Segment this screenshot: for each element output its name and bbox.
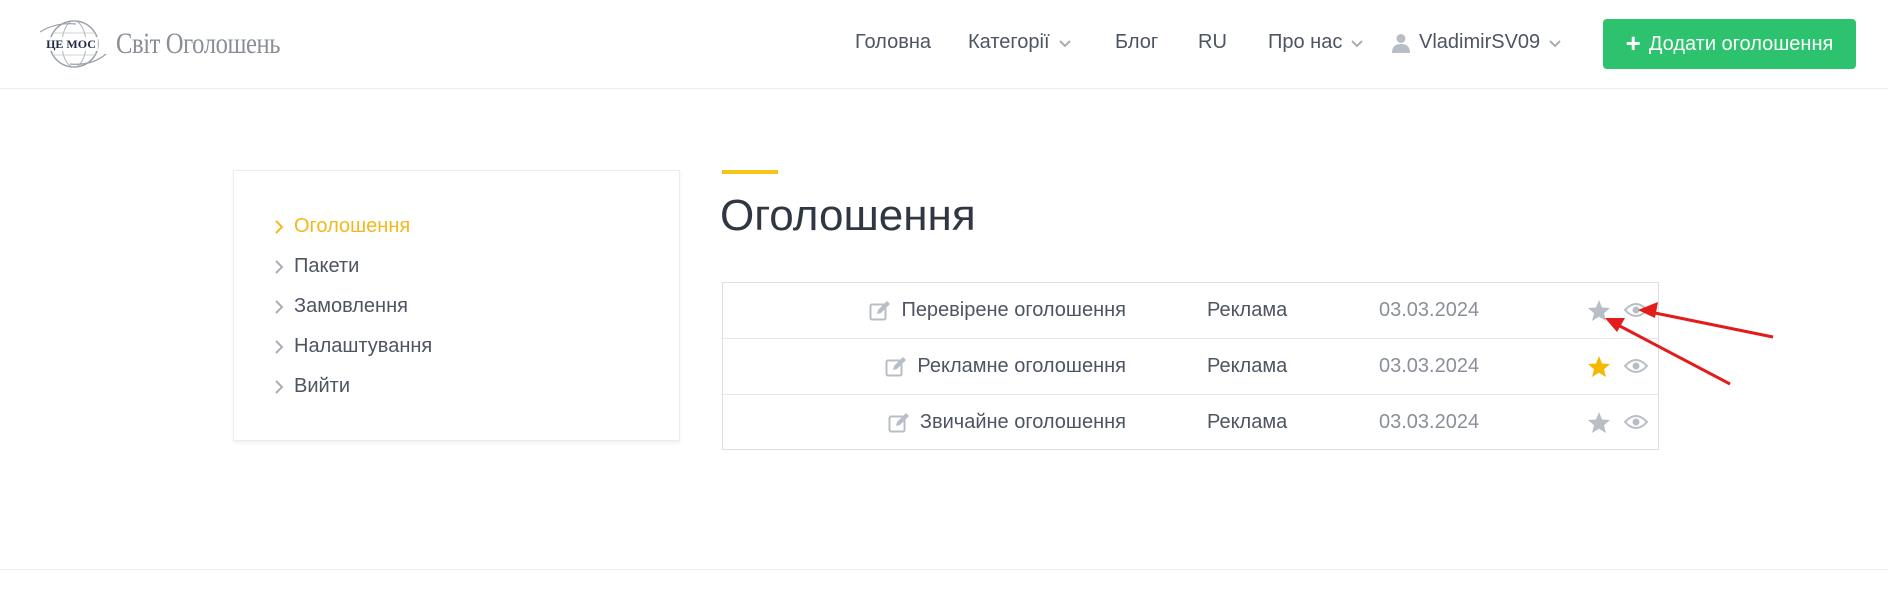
site-logo[interactable]: ЦЕ МОС Світ Оголошень — [36, 18, 316, 70]
nav-user-menu[interactable]: VladimirSV09 — [1392, 31, 1562, 54]
eye-icon[interactable] — [1624, 413, 1648, 431]
listing-title-link[interactable]: Перевірене оголошення — [869, 283, 1126, 338]
sidebar-item-orders[interactable]: Замовлення — [274, 295, 408, 318]
plus-icon: + — [1625, 28, 1641, 58]
star-icon[interactable] — [1587, 411, 1611, 434]
listing-category: Реклама — [1207, 299, 1288, 321]
nav-language[interactable]: RU — [1198, 31, 1227, 54]
page-title: Оголошення — [720, 191, 976, 240]
nav-home[interactable]: Головна — [855, 31, 931, 54]
footer-divider — [0, 569, 1888, 570]
chevron-right-icon — [275, 259, 284, 274]
add-listing-label: Додати оголошення — [1648, 32, 1834, 55]
chevron-right-icon — [275, 219, 284, 234]
sidebar-item-label: Налаштування — [294, 335, 433, 357]
table-row: Звичайне оголошення Реклама 03.03.2024 — [723, 395, 1658, 451]
listing-title-link[interactable]: Рекламне оголошення — [885, 339, 1126, 394]
add-listing-button[interactable]: + Додати оголошення — [1603, 19, 1856, 69]
listing-title: Перевірене оголошення — [901, 299, 1126, 321]
nav-categories[interactable]: Категорії — [968, 31, 1072, 54]
listing-title: Звичайне оголошення — [919, 411, 1126, 433]
chevron-right-icon — [275, 299, 284, 314]
nav-language-label: RU — [1198, 31, 1227, 53]
listing-date: 03.03.2024 — [1379, 299, 1480, 321]
chevron-right-icon — [275, 339, 284, 354]
eye-icon[interactable] — [1624, 357, 1648, 375]
nav-blog-label: Блог — [1115, 31, 1159, 53]
listing-category: Реклама — [1207, 411, 1288, 433]
sidebar-item-listings[interactable]: Оголошення — [274, 215, 410, 238]
sidebar-item-settings[interactable]: Налаштування — [274, 335, 432, 358]
sidebar-item-label: Оголошення — [294, 215, 411, 237]
table-row: Рекламне оголошення Реклама 03.03.2024 — [723, 339, 1658, 395]
nav-about-label: Про нас — [1268, 31, 1343, 53]
listing-category: Реклама — [1207, 355, 1288, 377]
listing-date: 03.03.2024 — [1379, 355, 1480, 377]
logo-title: Світ Оголошень — [116, 27, 281, 60]
sidebar-item-logout[interactable]: Вийти — [274, 375, 350, 398]
listing-title-link[interactable]: Звичайне оголошення — [888, 395, 1126, 450]
star-icon[interactable] — [1587, 299, 1611, 322]
sidebar-item-label: Вийти — [294, 375, 351, 397]
chevron-down-icon — [1351, 39, 1364, 47]
listing-date: 03.03.2024 — [1379, 411, 1480, 433]
site-header: ЦЕ МОС Світ Оголошень Головна Категорії … — [0, 0, 1888, 89]
edit-icon — [885, 356, 907, 376]
chevron-down-icon — [1549, 39, 1561, 47]
chevron-down-icon — [1058, 39, 1071, 47]
sidebar-item-label: Замовлення — [294, 295, 408, 317]
nav-categories-label: Категорії — [968, 31, 1050, 53]
listing-title: Рекламне оголошення — [917, 355, 1126, 377]
sidebar-item-packages[interactable]: Пакети — [274, 255, 359, 278]
nav-home-label: Головна — [855, 31, 931, 53]
edit-icon — [888, 412, 909, 432]
nav-blog[interactable]: Блог — [1115, 31, 1158, 54]
star-icon[interactable] — [1587, 355, 1611, 378]
listings-table: Перевірене оголошення Реклама 03.03.2024… — [722, 282, 1659, 450]
edit-icon — [869, 300, 891, 320]
globe-logo-icon: ЦЕ МОС — [39, 20, 107, 68]
title-accent-bar — [722, 170, 778, 174]
svg-text:ЦЕ МОС: ЦЕ МОС — [46, 37, 96, 51]
table-row: Перевірене оголошення Реклама 03.03.2024 — [723, 283, 1658, 339]
account-sidebar: Оголошення Пакети Замовлення Налаштуванн… — [233, 170, 680, 441]
chevron-right-icon — [275, 379, 284, 394]
eye-icon[interactable] — [1624, 301, 1648, 319]
nav-user-label: VladimirSV09 — [1419, 31, 1541, 53]
sidebar-item-label: Пакети — [294, 255, 360, 277]
user-icon — [1392, 33, 1410, 53]
nav-about[interactable]: Про нас — [1268, 31, 1364, 54]
